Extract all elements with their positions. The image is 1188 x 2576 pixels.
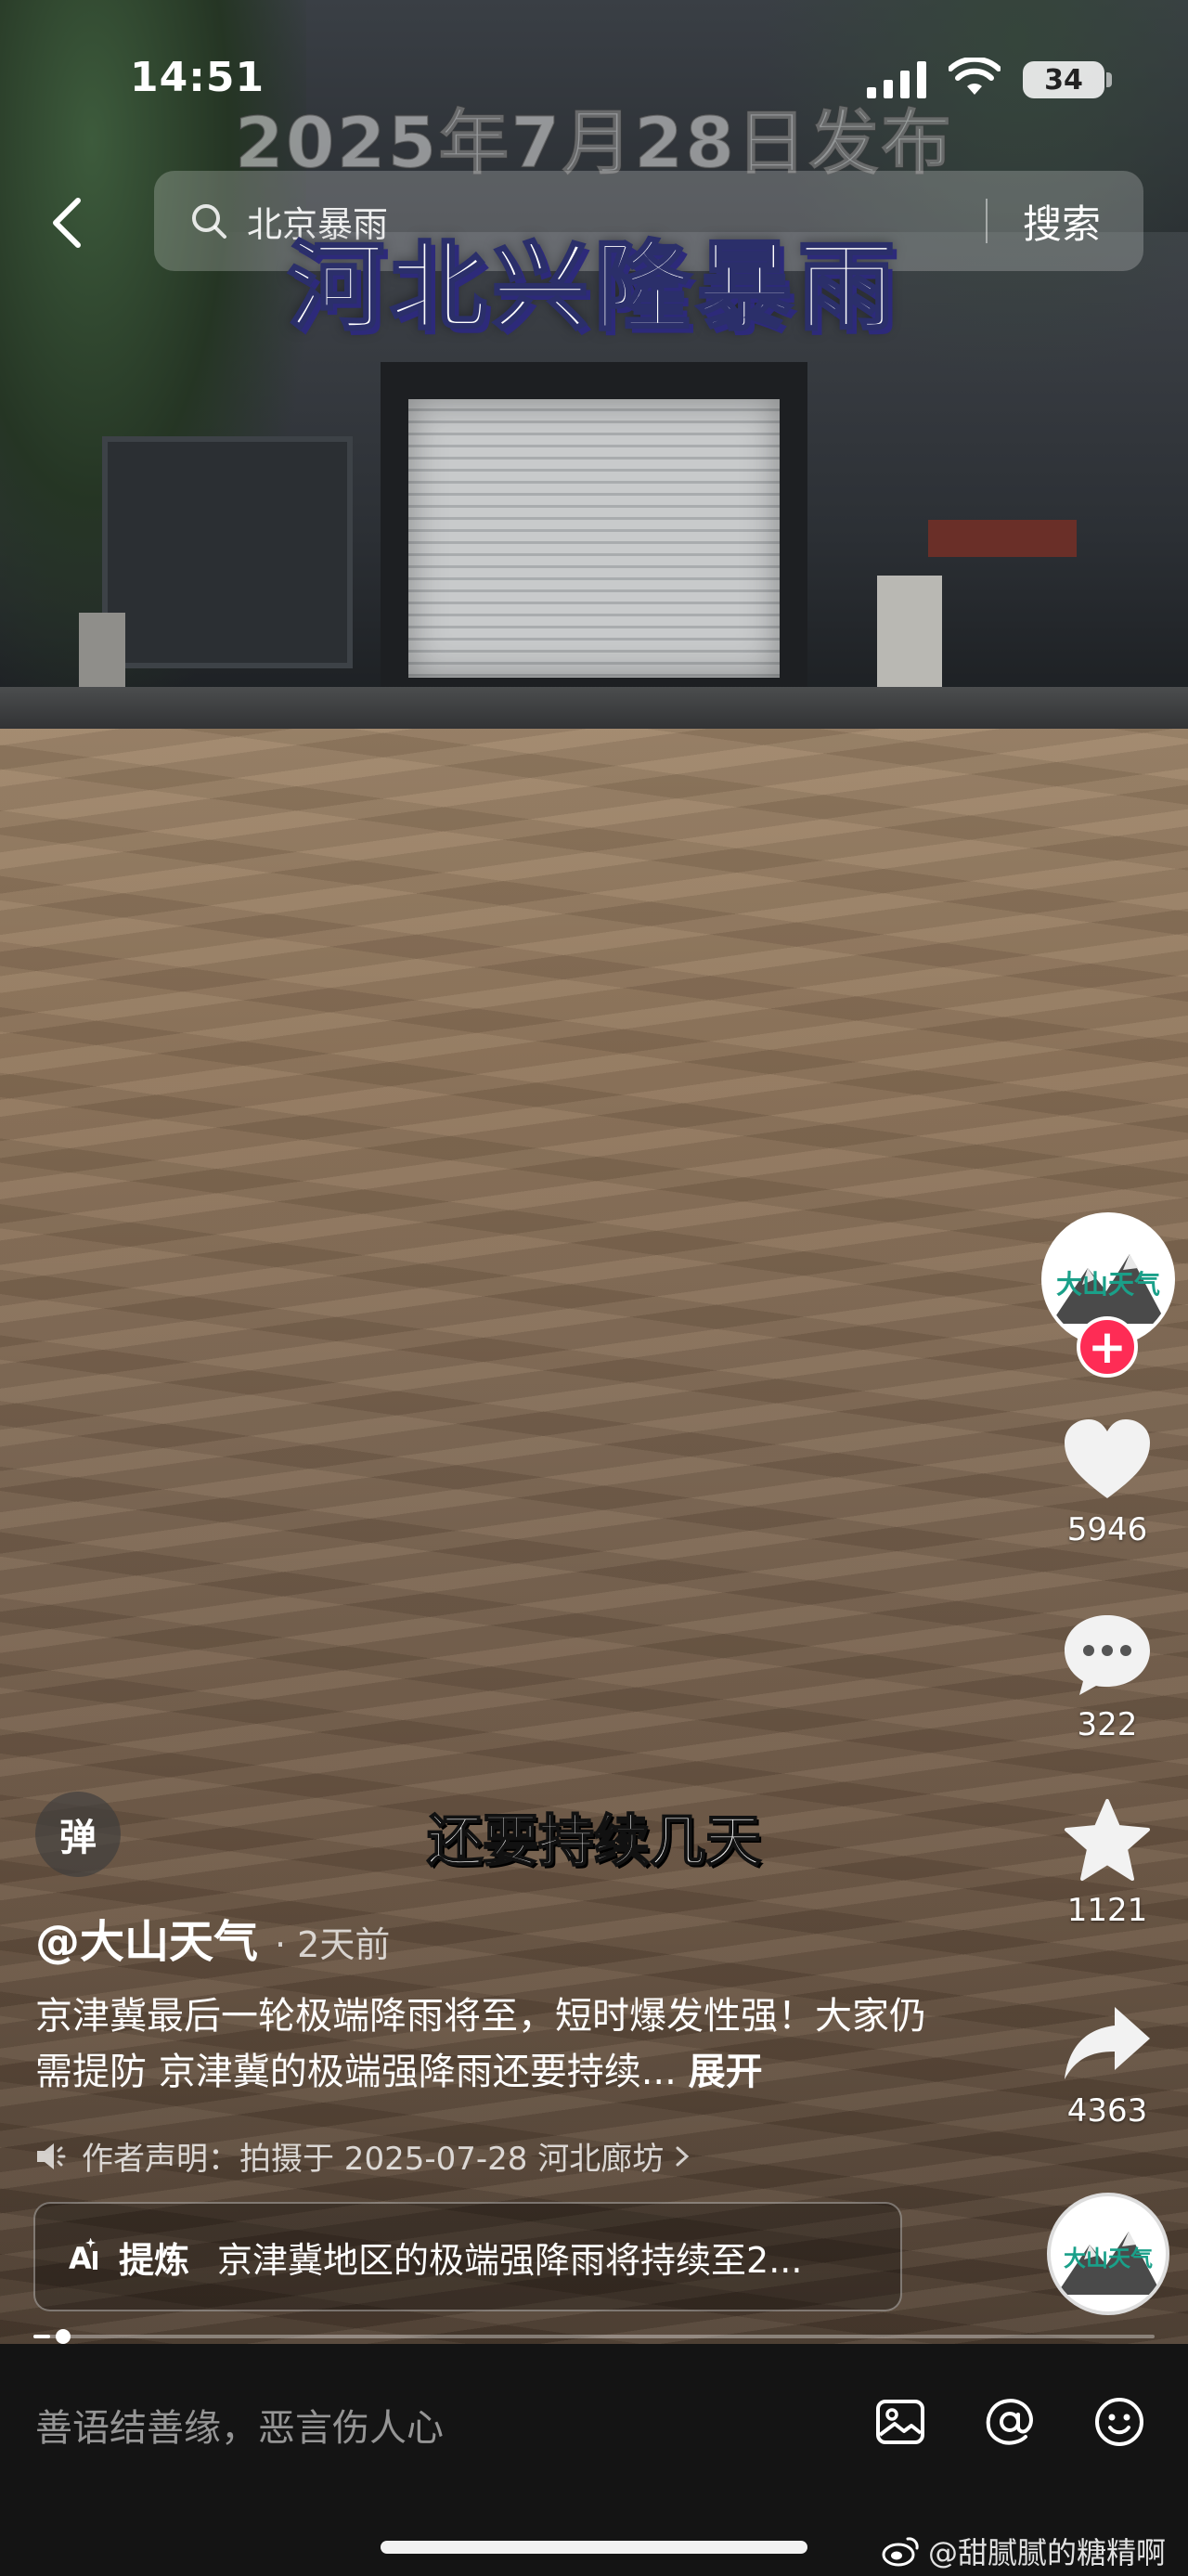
emoji-icon[interactable] [1091, 2394, 1147, 2450]
video-progress-fill [33, 2335, 51, 2338]
comment-bar: 善语结善缘，恶言伤人心 @甜腻腻的糖精啊 [0, 2344, 1188, 2576]
like-button[interactable]: 5946 [1030, 1417, 1184, 1548]
music-disc-text: 大山天气 [1064, 2246, 1153, 2272]
author-declaration[interactable]: 作者声明：拍摄于 2025-07-28 河北廊坊 [35, 2133, 706, 2179]
video-rolling-shutter [408, 399, 780, 678]
video-title-caption: 河北兴隆暴雨 [286, 229, 900, 345]
video-floodwater [0, 729, 1188, 2344]
share-count: 4363 [1066, 2092, 1148, 2129]
video-sign [928, 520, 1077, 557]
creator-avatar-text: 大山天气 [1055, 1268, 1160, 1300]
comment-icon [1065, 1615, 1150, 1695]
like-count: 5946 [1066, 1511, 1148, 1548]
home-indicator[interactable] [381, 2541, 807, 2554]
post-time: · 2天前 [275, 1924, 391, 1965]
video-progress-handle[interactable] [56, 2329, 71, 2344]
author-row: @大山天气 · 2天前 [35, 1905, 390, 1970]
watermark-text: @甜腻腻的糖精啊 [928, 2535, 1167, 2570]
comment-input[interactable]: 善语结善缘，恶言伤人心 [35, 2398, 444, 2452]
comment-count: 322 [1077, 1706, 1138, 1743]
ai-summary-text: 京津冀地区的极端强降雨将持续至2... [217, 2239, 803, 2281]
watermark: @甜腻腻的糖精啊 [882, 2530, 1166, 2572]
ai-icon: A [69, 2238, 97, 2275]
speaker-icon [37, 2142, 66, 2169]
expand-link[interactable]: 展开 [689, 2051, 763, 2093]
video-door [102, 436, 353, 668]
video-description[interactable]: 京津冀最后一轮极端降雨将至，短时爆发性强！大家仍需提防 京津冀的极端强降雨还要持… [35, 1988, 945, 2100]
ai-summary-card[interactable]: A 提炼 京津冀地区的极端强降雨将持续至2... [33, 2202, 902, 2311]
music-disc-avatar[interactable]: 大山天气 [1047, 2193, 1169, 2315]
share-button[interactable]: 4363 [1030, 2003, 1184, 2129]
star-icon [1065, 1799, 1150, 1881]
video-curb [0, 687, 1188, 733]
chevron-right-icon [676, 2146, 690, 2166]
image-icon[interactable] [872, 2394, 928, 2450]
weibo-icon [882, 2537, 919, 2567]
share-icon [1065, 2007, 1150, 2079]
heart-icon [1065, 1419, 1150, 1498]
follow-button[interactable]: + [1077, 1316, 1138, 1378]
danmu-toggle-button[interactable]: 弹 [35, 1792, 121, 1877]
author-name[interactable]: @大山天气 [35, 1905, 258, 1970]
favorite-count: 1121 [1066, 1892, 1148, 1929]
video-subtitle: 还要持续几天 [426, 1808, 762, 1875]
description-text: 京津冀最后一轮极端降雨将至，短时爆发性强！大家仍需提防 京津冀的极端强降雨还要持… [35, 1995, 926, 2093]
favorite-button[interactable]: 1121 [1030, 1797, 1184, 1929]
ai-tag-label: 提炼 [119, 2239, 190, 2281]
at-icon[interactable] [982, 2394, 1038, 2450]
declaration-text: 作者声明：拍摄于 2025-07-28 河北廊坊 [82, 2141, 665, 2178]
video-progress-bar[interactable] [33, 2335, 1155, 2338]
comment-button[interactable]: 322 [1030, 1612, 1184, 1743]
svg-text:A: A [69, 2241, 92, 2275]
ai-tag: A 提炼 [69, 2232, 189, 2283]
